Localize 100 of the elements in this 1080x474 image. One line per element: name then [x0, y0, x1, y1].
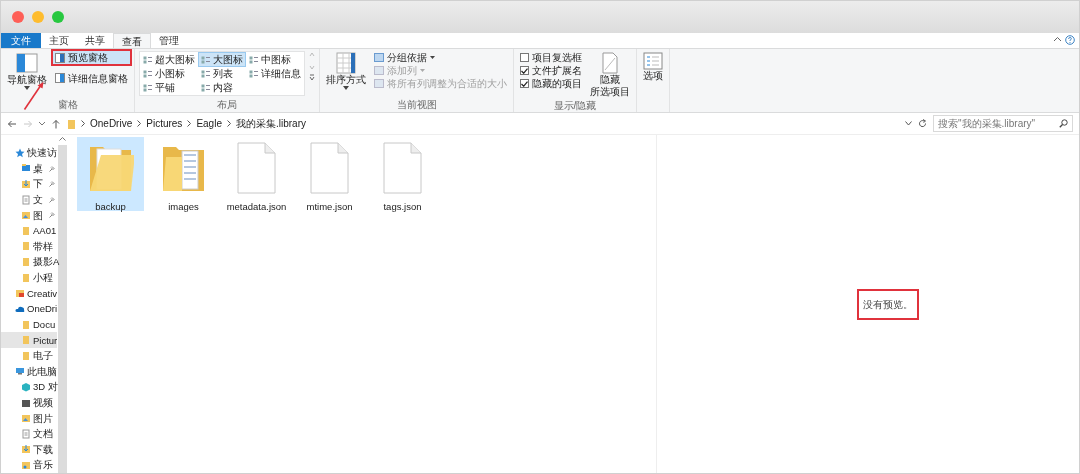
- view-option[interactable]: 平铺: [141, 81, 197, 94]
- nav-item[interactable]: 此电脑: [1, 363, 57, 380]
- page-icon: [601, 52, 619, 74]
- folder-icon: [21, 350, 31, 361]
- refresh-icon: [918, 119, 927, 128]
- checkbox-label: 项目复选框: [532, 51, 582, 64]
- view-option[interactable]: 列表: [199, 67, 245, 80]
- scrollbar[interactable]: [58, 145, 67, 473]
- search-icon: [1059, 119, 1068, 128]
- preview-pane-button[interactable]: 预览窗格: [53, 51, 130, 64]
- view-option[interactable]: 内容: [199, 81, 245, 94]
- nav-item[interactable]: Creativ: [1, 285, 57, 302]
- nav-item[interactable]: 摄影A: [1, 254, 57, 270]
- sort-button[interactable]: 排序方式: [324, 51, 368, 91]
- computer-icon: [15, 366, 25, 377]
- ribbon-tab[interactable]: 查看: [113, 33, 151, 48]
- navigation-pane-button[interactable]: 导航窗格: [5, 51, 49, 91]
- nav-item[interactable]: 下: [1, 176, 57, 192]
- view-option[interactable]: 小图标: [141, 67, 197, 80]
- breadcrumb-item[interactable]: 我的采集.library: [235, 116, 306, 131]
- folder-icon: [21, 225, 31, 236]
- checkbox[interactable]: [520, 66, 529, 75]
- checkbox-option[interactable]: 项目复选框: [518, 51, 584, 64]
- view-icon: [201, 69, 210, 78]
- nav-item[interactable]: 图片: [1, 410, 57, 426]
- nav-item[interactable]: 文档: [1, 425, 57, 442]
- back-icon[interactable]: [7, 118, 17, 129]
- checkbox-label: 文件扩展名: [532, 64, 582, 77]
- view-icon: [143, 55, 152, 64]
- nav-item[interactable]: 视频: [1, 394, 57, 411]
- nav-item[interactable]: Docu: [1, 316, 57, 333]
- ribbon-tab[interactable]: 主页: [41, 33, 77, 48]
- video-icon: [21, 397, 31, 408]
- checkbox-option[interactable]: 隐藏的项目: [518, 77, 584, 90]
- nav-item[interactable]: 桌: [1, 160, 57, 177]
- nav-item[interactable]: 图: [1, 207, 57, 224]
- file-item[interactable]: mtime.json: [296, 137, 363, 211]
- nav-item[interactable]: 快速访: [1, 145, 57, 161]
- folder-icon: [21, 413, 31, 424]
- checkbox[interactable]: [520, 79, 529, 88]
- ribbon-tab[interactable]: 管理: [151, 33, 187, 48]
- nav-item[interactable]: 下载: [1, 441, 57, 458]
- window-control-button[interactable]: [32, 11, 44, 23]
- file-menu-tab[interactable]: 文件: [1, 33, 41, 48]
- view-option[interactable]: 超大图标: [141, 53, 197, 66]
- folder-icon: [21, 210, 31, 221]
- checkbox-option[interactable]: 文件扩展名: [518, 64, 584, 77]
- search-field[interactable]: 搜索"我的采集.library": [933, 115, 1073, 132]
- options-button[interactable]: 选项: [641, 51, 665, 83]
- details-pane-button[interactable]: 详细信息窗格: [53, 71, 130, 85]
- nav-item[interactable]: Pictur: [1, 332, 57, 348]
- ribbon-tab[interactable]: 共享: [77, 33, 113, 48]
- document-icon: [21, 428, 31, 439]
- up-icon[interactable]: [51, 118, 61, 129]
- details-pane-icon: [55, 73, 65, 83]
- group-label: 当前视图: [395, 98, 438, 112]
- nav-item[interactable]: 3D 对: [1, 379, 57, 395]
- window-control-button[interactable]: [12, 11, 24, 23]
- breadcrumb-item[interactable]: Eagle: [196, 116, 222, 131]
- star-icon: [15, 147, 25, 158]
- options-icon: [643, 52, 663, 70]
- hide-selected-button[interactable]: 隐藏 所选项目: [588, 51, 632, 99]
- view-option[interactable]: 详细信息: [247, 67, 303, 80]
- pin-icon: [49, 181, 55, 188]
- view-option[interactable]: 中图标: [247, 53, 303, 66]
- breadcrumb-item[interactable]: OneDrive: [90, 116, 133, 131]
- document-icon: [21, 194, 31, 205]
- caret-icon: [420, 69, 425, 72]
- dropdown-icon: [905, 121, 912, 126]
- nav-item[interactable]: 带样: [1, 238, 57, 255]
- columns-icon: [335, 52, 357, 74]
- file-item[interactable]: images: [150, 137, 217, 211]
- nav-item[interactable]: OneDri: [1, 301, 57, 317]
- window-control-button[interactable]: [52, 11, 64, 23]
- folder-icon: [21, 257, 31, 268]
- nav-item[interactable]: AA01: [1, 223, 57, 239]
- folder-icon: [21, 444, 31, 455]
- view-option[interactable]: 大图标: [199, 53, 245, 66]
- forward-icon[interactable]: [23, 118, 33, 129]
- nav-item[interactable]: 电子: [1, 347, 57, 364]
- pin-icon: [49, 165, 55, 172]
- view-icon: [201, 55, 210, 64]
- view-icon: [249, 55, 258, 64]
- pane-layout-icon: [16, 52, 38, 74]
- checkbox-label: 隐藏的项目: [532, 77, 582, 90]
- file-item[interactable]: metadata.json: [223, 137, 290, 211]
- pin-icon: [49, 212, 55, 219]
- chevron-icon: [226, 120, 231, 127]
- chevron-icon: [81, 120, 85, 127]
- file-item[interactable]: backup: [77, 137, 144, 211]
- nav-item[interactable]: 小程: [1, 269, 57, 286]
- view-icon: [249, 69, 258, 78]
- view-command[interactable]: 分组依据: [372, 51, 509, 64]
- file-item[interactable]: tags.json: [369, 137, 436, 211]
- breadcrumb-item[interactable]: Pictures: [146, 116, 183, 131]
- nav-item[interactable]: 文: [1, 191, 57, 208]
- chevron-icon: [187, 120, 192, 127]
- nav-item[interactable]: 音乐: [1, 457, 57, 473]
- checkbox[interactable]: [520, 53, 529, 62]
- view-icon: [143, 83, 152, 92]
